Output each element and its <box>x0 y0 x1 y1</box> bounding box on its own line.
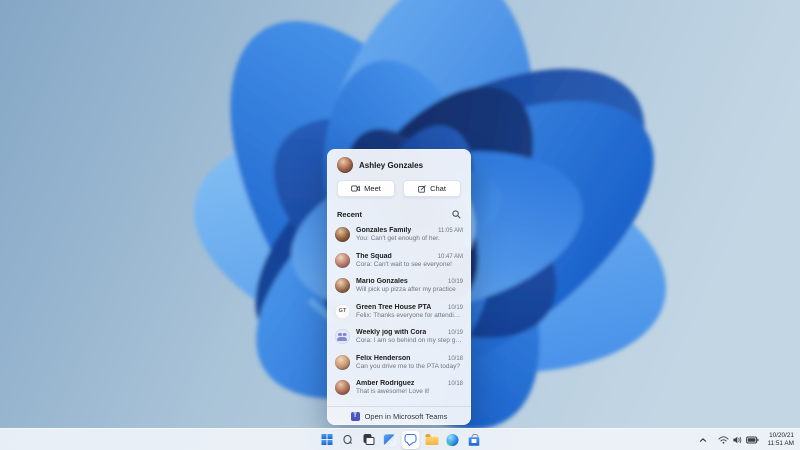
chat-list-item[interactable]: Amber Rodriguez 10/18 That is awesome! L… <box>335 375 463 401</box>
chat-list-item[interactable]: Felix Henderson 10/18 Can you drive me t… <box>335 350 463 376</box>
edge-browser-icon <box>446 433 459 446</box>
chat-item-texts: The Squad 10:47 AM Cora: Can't wait to s… <box>356 253 463 268</box>
recent-heading: Recent <box>337 210 363 219</box>
chat-item-preview: Can you drive me to the PTA today? <box>356 362 460 370</box>
taskbar-tray: 10/20/21 11:51 AM <box>696 429 795 450</box>
task-view-button[interactable] <box>360 431 378 449</box>
flyout-header: Ashley Gonzales <box>327 149 471 178</box>
windows-start-icon <box>321 434 332 445</box>
file-explorer-button[interactable] <box>423 431 441 449</box>
clock-date: 10/20/21 <box>769 432 794 439</box>
quick-settings-button[interactable] <box>715 433 762 447</box>
chat-item-time: 10:47 AM <box>437 253 463 260</box>
chat-item-name: Mario Gonzales <box>356 278 408 286</box>
chat-item-texts: Felix Henderson 10/18 Can you drive me t… <box>356 355 463 370</box>
chat-item-time: 10/19 <box>447 279 463 286</box>
store-button[interactable] <box>465 431 483 449</box>
chat-avatar <box>335 329 350 345</box>
chat-list: Gonzales Family 11:05 AM You: Can't get … <box>327 222 471 401</box>
camera-icon <box>351 185 361 192</box>
chat-item-time: 10/19 <box>447 330 463 337</box>
chat-item-name: Gonzales Family <box>356 227 412 235</box>
chat-item-texts: Gonzales Family 11:05 AM You: Can't get … <box>356 227 463 242</box>
chat-list-item[interactable]: Mario Gonzales 10/19 Will pick up pizza … <box>335 273 463 299</box>
compose-icon <box>418 184 426 193</box>
store-icon <box>468 434 479 446</box>
chat-item-preview: Cora: Can't wait to see everyone! <box>356 260 452 268</box>
chat-avatar <box>335 227 350 243</box>
chat-button-label: Chat <box>430 184 446 193</box>
chat-item-preview: Will pick up pizza after my practice <box>356 286 456 294</box>
battery-icon <box>746 436 759 443</box>
chat-item-name: Felix Henderson <box>356 354 411 362</box>
task-view-icon <box>363 434 374 445</box>
tray-overflow-button[interactable] <box>696 433 710 447</box>
chat-list-item[interactable]: Weekly jog with Cora 10/19 Cora: I am so… <box>335 324 463 350</box>
chat-item-time: 10/19 <box>447 304 463 311</box>
chat-item-time: 10/18 <box>447 355 463 362</box>
widgets-button[interactable] <box>381 431 399 449</box>
chat-item-name: Weekly jog with Cora <box>356 329 427 337</box>
chat-flyout: Ashley Gonzales Meet Chat Recent Gonzale… <box>327 149 471 425</box>
user-avatar[interactable] <box>337 157 353 173</box>
chat-avatar: GT <box>335 303 350 319</box>
widgets-icon <box>383 433 396 446</box>
chat-item-texts: Weekly jog with Cora 10/19 Cora: I am so… <box>356 329 463 344</box>
chat-item-texts: Mario Gonzales 10/19 Will pick up pizza … <box>356 278 463 293</box>
chat-item-name: The Squad <box>356 252 392 260</box>
chat-avatar <box>335 252 350 268</box>
chevron-up-icon <box>700 437 707 442</box>
flyout-actions: Meet Chat <box>327 178 471 204</box>
chat-avatar <box>335 380 350 396</box>
meet-button-label: Meet <box>364 184 381 193</box>
wifi-icon <box>718 435 730 444</box>
chat-avatar <box>335 354 350 370</box>
taskbar-search-icon <box>342 434 353 445</box>
chat-item-preview: That is awesome! Love it! <box>356 388 430 396</box>
clock-time: 11:51 AM <box>767 439 794 447</box>
chat-item-texts: Green Tree House PTA 10/19 Felix: Thanks… <box>356 304 463 319</box>
search-icon[interactable] <box>452 210 461 219</box>
open-in-teams-label: Open in Microsoft Teams <box>364 411 448 421</box>
chat-item-preview: You: Can't get enough of her. <box>356 235 440 243</box>
chat-item-texts: Amber Rodriguez 10/18 That is awesome! L… <box>356 380 463 395</box>
chat-bubble-icon <box>404 433 417 444</box>
chat-list-item[interactable]: Gonzales Family 11:05 AM You: Can't get … <box>335 222 463 248</box>
meet-button[interactable]: Meet <box>337 180 395 197</box>
chat-button[interactable]: Chat <box>403 180 461 197</box>
open-in-teams-button[interactable]: Open in Microsoft Teams <box>327 406 471 425</box>
chat-avatar <box>335 278 350 294</box>
taskbar-clock[interactable]: 10/20/21 11:51 AM <box>767 432 795 447</box>
folder-icon <box>425 434 438 445</box>
chat-item-name: Amber Rodriguez <box>356 380 415 388</box>
start-button[interactable] <box>318 431 336 449</box>
chat-item-preview: Cora: I am so behind on my step goals. <box>356 337 463 345</box>
chat-list-item[interactable]: GT Green Tree House PTA 10/19 Felix: Tha… <box>335 299 463 325</box>
user-name: Ashley Gonzales <box>359 160 424 170</box>
chat-item-name: Green Tree House PTA <box>356 303 432 311</box>
recent-header-row: Recent <box>327 204 471 222</box>
search-button[interactable] <box>339 431 357 449</box>
edge-button[interactable] <box>444 431 462 449</box>
chat-item-time: 11:05 AM <box>438 228 463 235</box>
chat-item-preview: Felix: Thanks everyone for attending tod… <box>356 311 463 319</box>
desktop: Ashley Gonzales Meet Chat Recent Gonzale… <box>0 0 800 450</box>
chat-teams-button[interactable] <box>401 430 420 449</box>
chat-list-item[interactable]: The Squad 10:47 AM Cora: Can't wait to s… <box>335 248 463 274</box>
teams-icon <box>350 411 360 421</box>
taskbar-center-icons <box>318 429 483 450</box>
chat-item-time: 10/18 <box>447 381 463 388</box>
volume-icon <box>733 436 742 443</box>
taskbar: 10/20/21 11:51 AM <box>0 428 800 450</box>
